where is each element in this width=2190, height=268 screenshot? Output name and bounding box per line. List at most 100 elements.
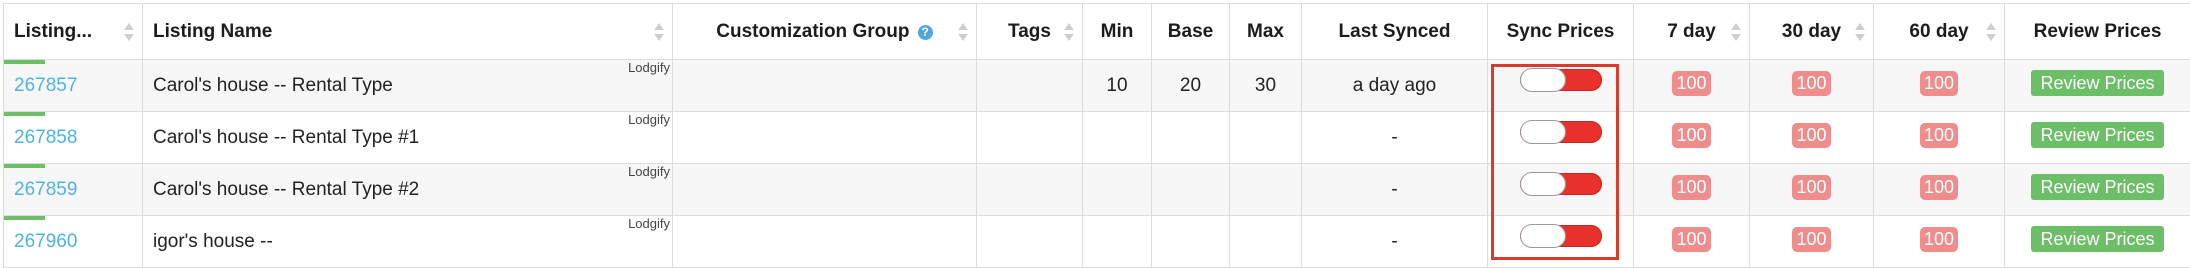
column-header-label: Last Synced	[1338, 20, 1451, 42]
occupancy-30-day-badge: 100	[1792, 174, 1831, 200]
listing-id-link[interactable]: 267857	[14, 75, 77, 96]
column-header-last-synced: Last Synced	[1301, 3, 1488, 60]
sync-prices-toggle[interactable]	[1519, 68, 1602, 93]
column-header-label: Listing...	[14, 20, 93, 42]
listing-name: igor's house --	[153, 230, 273, 252]
occupancy-60-day-cell: 100	[1873, 163, 2005, 216]
min-price-cell: 10	[1082, 59, 1152, 112]
occupancy-30-day-cell: 100	[1749, 163, 1874, 216]
review-prices-button[interactable]: Review Prices	[2031, 70, 2164, 97]
listing-name-cell: Carol's house -- Rental Type #2 Lodgify	[142, 163, 673, 216]
review-prices-cell: Review Prices	[2004, 163, 2190, 216]
status-bar	[4, 216, 45, 220]
sync-prices-cell	[1487, 111, 1634, 164]
tags-cell[interactable]	[976, 163, 1083, 216]
listing-id-link[interactable]: 267859	[14, 179, 77, 200]
sort-icon[interactable]	[1986, 22, 1996, 42]
review-prices-button[interactable]: Review Prices	[2031, 122, 2164, 149]
sync-prices-toggle[interactable]	[1519, 172, 1602, 197]
last-synced-cell: a day ago	[1301, 59, 1488, 112]
review-prices-cell: Review Prices	[2004, 59, 2190, 112]
status-bar	[4, 112, 45, 116]
sort-icon[interactable]	[654, 22, 664, 42]
column-header-customization-group[interactable]: Customization Group ?	[672, 3, 977, 60]
column-header-label: Customization Group	[716, 20, 910, 42]
review-prices-cell: Review Prices	[2004, 111, 2190, 164]
column-header-60-day[interactable]: 60 day	[1873, 3, 2005, 60]
sort-icon[interactable]	[1731, 22, 1741, 42]
sync-prices-cell	[1487, 59, 1634, 112]
occupancy-7-day-badge: 100	[1672, 70, 1711, 96]
occupancy-7-day-cell: 100	[1633, 163, 1750, 216]
sync-prices-toggle[interactable]	[1519, 120, 1602, 145]
last-synced-cell: -	[1301, 111, 1488, 164]
listing-id-cell: 267960	[3, 215, 143, 268]
occupancy-7-day-cell: 100	[1633, 111, 1750, 164]
listing-name-cell: Carol's house -- Rental Type #1 Lodgify	[142, 111, 673, 164]
column-header-label: 60 day	[1909, 20, 1969, 42]
table-row: 267857 Carol's house -- Rental Type Lodg…	[3, 59, 2190, 112]
sort-icon[interactable]	[124, 22, 134, 42]
status-bar	[4, 164, 45, 168]
occupancy-30-day-cell: 100	[1749, 59, 1874, 112]
listing-id-link[interactable]: 267960	[14, 231, 77, 252]
listing-name-cell: igor's house -- Lodgify	[142, 215, 673, 268]
table-row: 267858 Carol's house -- Rental Type #1 L…	[3, 111, 2190, 164]
sort-icon[interactable]	[1855, 22, 1865, 42]
toggle-knob	[1519, 172, 1566, 197]
column-header-tags[interactable]: Tags	[976, 3, 1083, 60]
occupancy-60-day-badge: 100	[1919, 70, 1959, 96]
min-price-cell	[1082, 163, 1152, 216]
base-price-cell	[1151, 111, 1230, 164]
base-price-cell	[1151, 215, 1230, 268]
column-header-7-day[interactable]: 7 day	[1633, 3, 1750, 60]
sort-icon[interactable]	[1064, 22, 1074, 42]
column-header-review-prices: Review Prices	[2004, 3, 2190, 60]
column-header-label: Review Prices	[2033, 20, 2162, 42]
tags-cell[interactable]	[976, 111, 1083, 164]
toggle-knob	[1519, 68, 1566, 93]
sort-icon[interactable]	[958, 22, 968, 42]
table-row: 267960 igor's house -- Lodgify - 100 100…	[3, 215, 2190, 268]
sync-prices-toggle[interactable]	[1519, 224, 1602, 249]
min-price-cell	[1082, 215, 1152, 268]
occupancy-60-day-cell: 100	[1873, 59, 2005, 112]
occupancy-60-day-badge: 100	[1919, 122, 1959, 148]
customization-group-cell[interactable]	[672, 59, 977, 112]
listing-id-cell: 267859	[3, 163, 143, 216]
column-header-sync-prices: Sync Prices	[1487, 3, 1634, 60]
max-price-cell	[1229, 111, 1302, 164]
customization-group-cell[interactable]	[672, 215, 977, 268]
column-header-label: Tags	[1008, 20, 1051, 42]
column-header-30-day[interactable]: 30 day	[1749, 3, 1874, 60]
column-header-label: Base	[1167, 20, 1214, 42]
occupancy-30-day-badge: 100	[1792, 70, 1831, 96]
table-row: 267859 Carol's house -- Rental Type #2 L…	[3, 163, 2190, 216]
customization-group-cell[interactable]	[672, 111, 977, 164]
toggle-knob	[1519, 120, 1566, 145]
toggle-knob	[1519, 224, 1566, 249]
listing-id-cell: 267858	[3, 111, 143, 164]
help-icon[interactable]: ?	[917, 24, 933, 40]
occupancy-30-day-badge: 100	[1792, 122, 1831, 148]
review-prices-button[interactable]: Review Prices	[2031, 226, 2164, 253]
max-price-cell	[1229, 215, 1302, 268]
listing-id-link[interactable]: 267858	[14, 127, 77, 148]
occupancy-60-day-badge: 100	[1919, 226, 1959, 252]
occupancy-7-day-badge: 100	[1672, 226, 1711, 252]
column-header-listing-name[interactable]: Listing Name	[142, 3, 673, 60]
last-synced-cell: -	[1301, 163, 1488, 216]
tags-cell[interactable]	[976, 215, 1083, 268]
occupancy-7-day-badge: 100	[1672, 122, 1711, 148]
column-header-label: 30 day	[1781, 20, 1842, 42]
sync-prices-cell	[1487, 215, 1634, 268]
tags-cell[interactable]	[976, 59, 1083, 112]
column-header-listing-id[interactable]: Listing...	[3, 3, 143, 60]
review-prices-cell: Review Prices	[2004, 215, 2190, 268]
review-prices-button[interactable]: Review Prices	[2031, 174, 2164, 201]
column-header-label: Listing Name	[153, 20, 273, 42]
source-tag: Lodgify	[628, 164, 670, 180]
occupancy-7-day-badge: 100	[1672, 174, 1711, 200]
occupancy-7-day-cell: 100	[1633, 59, 1750, 112]
customization-group-cell[interactable]	[672, 163, 977, 216]
